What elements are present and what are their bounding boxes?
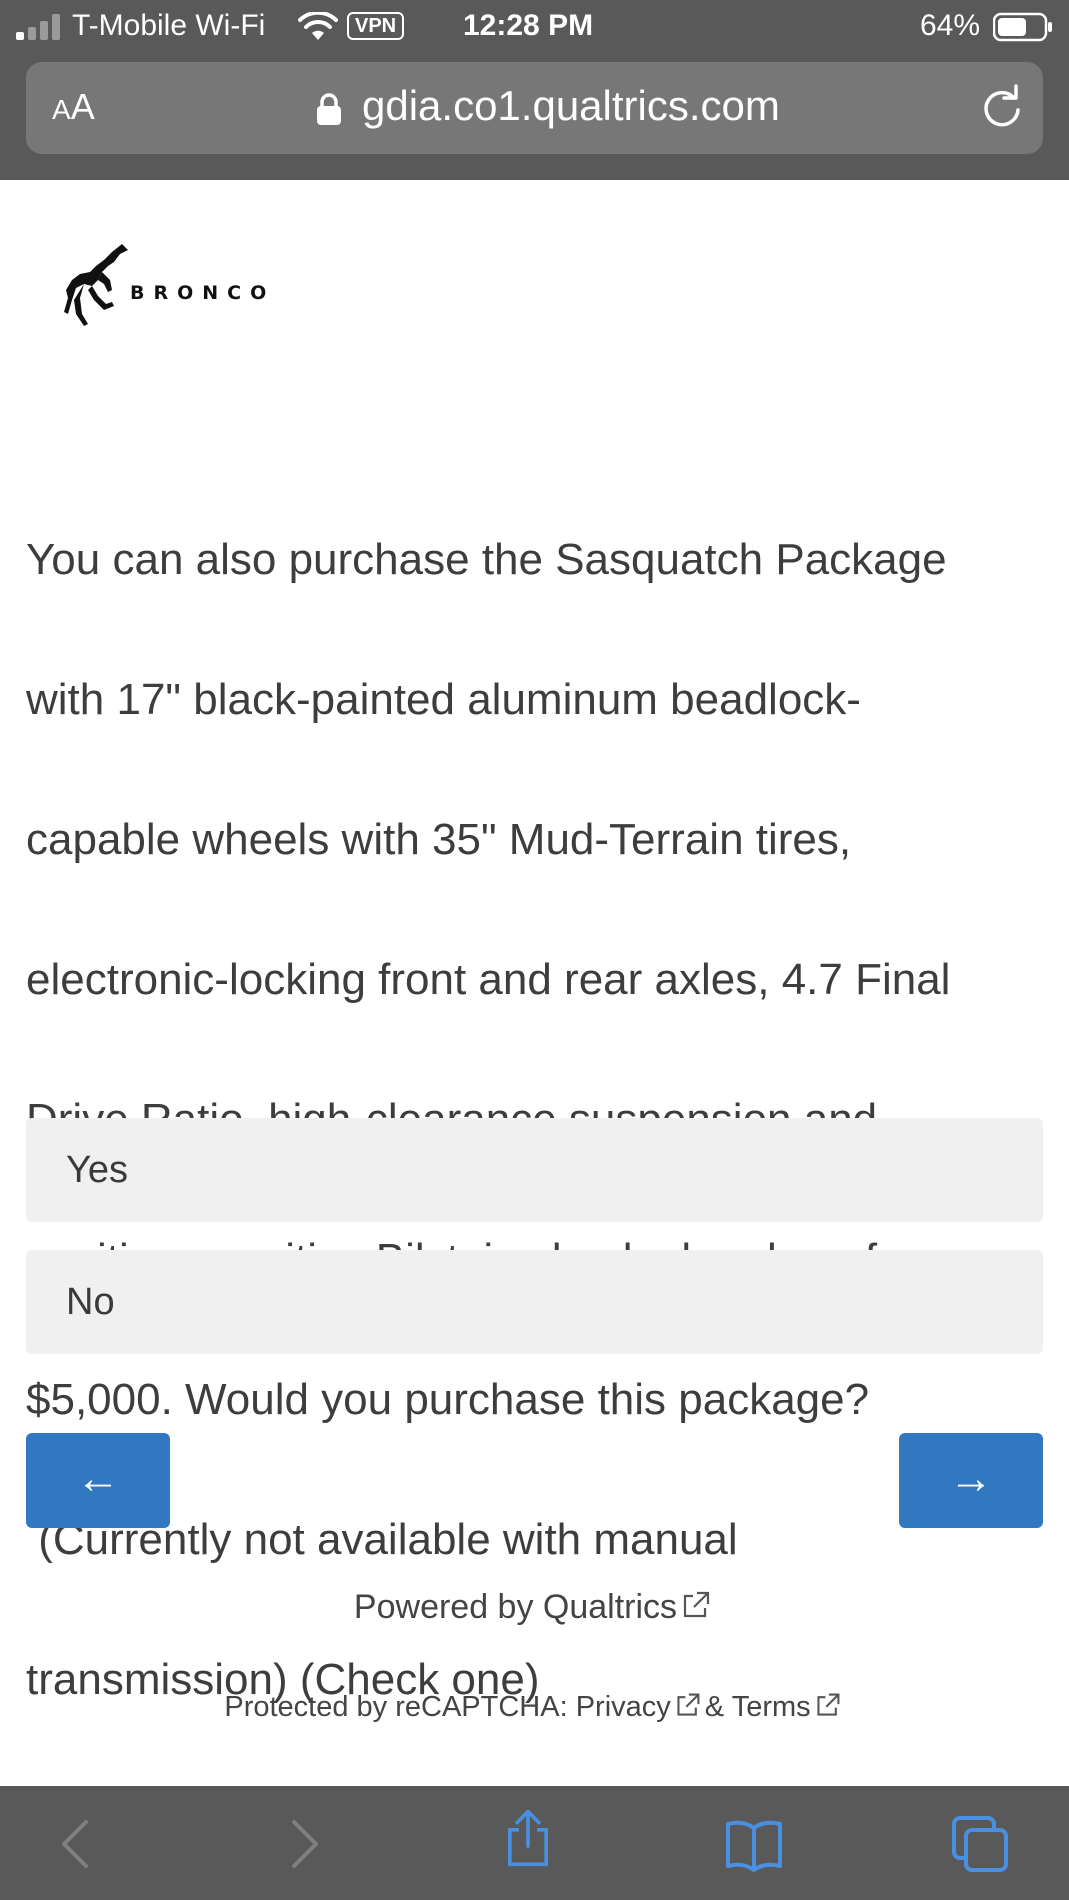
wifi-icon	[298, 12, 338, 40]
reload-icon[interactable]	[978, 84, 1026, 132]
question-line: capable wheels with 35" Mud-Terrain tire…	[26, 815, 852, 864]
cell-signal-icon	[16, 14, 62, 40]
back-button[interactable]: ←	[26, 1433, 170, 1528]
screen: T-Mobile Wi-Fi VPN 12:28 PM 64% AA gdia.…	[0, 0, 1069, 1900]
ampersand: &	[704, 1691, 725, 1723]
question-line: electronic-locking front and rear axles,…	[26, 955, 951, 1004]
url-text[interactable]: gdia.co1.qualtrics.com	[362, 82, 780, 130]
question-line: with 17" black-painted aluminum beadlock…	[26, 675, 861, 724]
bronco-logo: BRONCO	[62, 240, 332, 330]
bookmarks-icon[interactable]	[724, 1814, 784, 1874]
question-line: You can also purchase the Sasquatch Pack…	[26, 535, 947, 584]
bronco-horse-icon	[64, 244, 128, 326]
external-link-icon	[677, 1693, 700, 1716]
battery-icon	[993, 12, 1052, 42]
recaptcha-notice: Protected by reCAPTCHA: Privacy & Terms	[0, 1691, 1069, 1724]
browser-bottom-toolbar	[0, 1786, 1069, 1900]
external-link-icon	[817, 1693, 840, 1716]
browser-top-chrome: T-Mobile Wi-Fi VPN 12:28 PM 64% AA gdia.…	[0, 0, 1069, 180]
privacy-link[interactable]: Privacy	[576, 1691, 671, 1723]
question-line: (Currently not available with manual	[26, 1515, 738, 1564]
next-button[interactable]: →	[899, 1433, 1043, 1528]
status-bar: T-Mobile Wi-Fi VPN 12:28 PM 64%	[0, 0, 1069, 54]
powered-by-text[interactable]: Powered by Qualtrics	[354, 1588, 677, 1626]
choice-yes[interactable]: Yes	[26, 1118, 1043, 1222]
battery-percent: 64%	[920, 9, 981, 42]
back-icon[interactable]	[48, 1814, 108, 1874]
recaptcha-prefix: Protected by reCAPTCHA:	[224, 1691, 568, 1723]
carrier-name: T-Mobile Wi-Fi	[72, 9, 266, 42]
question-line: $5,000. Would you purchase this package?	[26, 1375, 870, 1424]
powered-by-qualtrics-link[interactable]: Powered by Qualtrics	[0, 1588, 1069, 1627]
text-size-button[interactable]: AA	[52, 86, 95, 128]
clock: 12:28 PM	[463, 9, 594, 42]
share-icon[interactable]	[498, 1808, 558, 1868]
lock-icon	[317, 93, 341, 125]
bronco-wordmark: BRONCO	[130, 282, 276, 304]
terms-link[interactable]: Terms	[732, 1691, 811, 1723]
forward-icon[interactable]	[272, 1814, 332, 1874]
choice-no[interactable]: No	[26, 1250, 1043, 1354]
vpn-badge: VPN	[347, 12, 405, 40]
tabs-icon[interactable]	[950, 1814, 1010, 1874]
address-bar[interactable]: AA gdia.co1.qualtrics.com	[26, 62, 1043, 154]
external-link-icon	[683, 1591, 710, 1618]
